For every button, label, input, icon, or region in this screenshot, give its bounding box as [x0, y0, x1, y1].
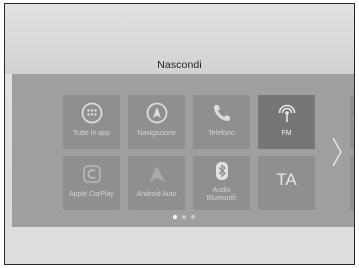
app-tile-label-line-1: Audio: [212, 187, 231, 194]
app-tile-fm[interactable]: FM: [258, 95, 315, 149]
app-tile-phone[interactable]: Telefono: [193, 95, 250, 149]
app-tile-label: Im: [353, 117, 355, 123]
app-tile-label: Apple CarPlay: [69, 191, 114, 198]
app-tile-partial-row-2[interactable]: [350, 156, 354, 210]
bottom-area: [5, 227, 354, 264]
phone-icon: [193, 101, 250, 125]
app-tile-label: Navigazione: [137, 130, 176, 137]
app-tile-label: Telefono: [208, 130, 235, 137]
page-dot-3: [191, 215, 195, 219]
app-tile-label: Tutte le app: [73, 130, 110, 137]
next-page-chevron-icon[interactable]: [330, 136, 344, 173]
app-tile-partial[interactable]: Im: [350, 95, 355, 149]
app-tile-android-auto[interactable]: Android Auto: [128, 156, 185, 210]
radio-antenna-icon: [258, 101, 315, 125]
navigation-arrow-icon: [128, 101, 185, 125]
app-tile-label: Android Auto: [136, 191, 177, 198]
app-tile-label-line-2: Bluetooth: [206, 195, 237, 202]
grid-circle-icon: [63, 101, 120, 125]
screen-frame: Nascondi Tutte le app Navigazione Telefo…: [4, 3, 355, 265]
app-launcher-panel: Tutte le app Navigazione Telefono FM I A…: [12, 74, 355, 227]
page-dot-1: [173, 215, 177, 219]
app-tile-ta[interactable]: TA: [258, 156, 315, 210]
bluetooth-icon: [193, 159, 250, 183]
hide-bar[interactable]: Nascondi: [5, 4, 354, 74]
carplay-icon: [63, 162, 120, 186]
app-tile-all-apps[interactable]: Tutte le app: [63, 95, 120, 149]
app-tile-navigation[interactable]: Navigazione: [128, 95, 185, 149]
page-dot-2: [182, 215, 186, 219]
app-tile-label: FM: [281, 130, 292, 137]
app-tile-bluetooth-audio[interactable]: Audio Bluetooth: [193, 156, 250, 210]
app-tile-label: TA: [276, 170, 297, 189]
android-auto-icon: [128, 162, 185, 186]
hide-bar-title[interactable]: Nascondi: [5, 59, 354, 71]
app-tile-apple-carplay[interactable]: Apple CarPlay: [63, 156, 120, 210]
page-indicator: [173, 215, 195, 219]
